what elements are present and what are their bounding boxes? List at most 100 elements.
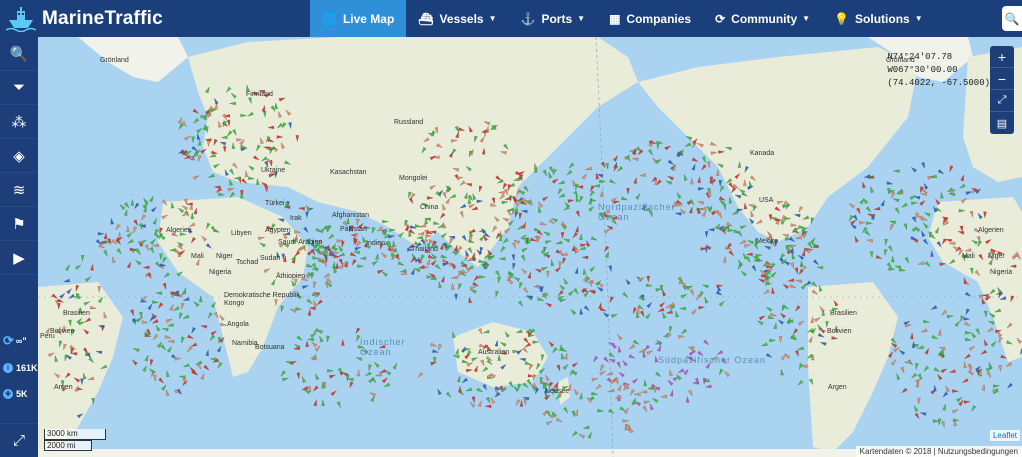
nav-live-map-label: Live Map: [342, 11, 395, 26]
zoom-controls: + − ⤢ ▤: [990, 46, 1014, 134]
ocean-label: Nordpazifischer Ozean: [598, 202, 676, 222]
leaflet-link[interactable]: Leaflet: [989, 430, 1020, 441]
top-search-button[interactable]: 🔍: [1002, 6, 1022, 31]
zoom-out-button[interactable]: −: [990, 68, 1014, 90]
zoom-in-button[interactable]: +: [990, 46, 1014, 68]
map-label: Indien: [366, 240, 386, 247]
map-label: Ägypten: [265, 227, 291, 234]
map-icon: ▤: [996, 117, 1008, 130]
map-label: Libyen: [231, 230, 252, 237]
main-nav: 🌐 Live Map ⛴ Vessels ▼ ⚓ Ports ▼ ▦ Compa…: [310, 0, 935, 37]
map-label: Niger: [988, 253, 1005, 260]
ship-icon: ⛴: [418, 11, 434, 26]
map-label: Mali: [191, 253, 204, 260]
nav-solutions[interactable]: 💡 Solutions ▼: [822, 0, 935, 37]
lightbulb-icon: 💡: [834, 11, 850, 26]
map-label: Bolivien: [827, 328, 852, 335]
map-label: Namibia: [232, 340, 258, 347]
map-label: Brasilien: [830, 310, 857, 317]
anchor-icon: ⚓: [520, 11, 536, 26]
map-label: Irak: [290, 215, 302, 222]
scale-km: 3000 km: [44, 429, 106, 440]
map-label: Türkei: [265, 200, 285, 207]
map-label: Ukraine: [261, 167, 286, 174]
map-label: Demokratische Republik Kongo: [224, 292, 300, 307]
refresh-community-icon: ⟳: [715, 11, 726, 26]
fullscreen-button[interactable]: ⤢: [0, 423, 38, 457]
info-icon: i: [3, 363, 13, 373]
map-canvas[interactable]: [38, 37, 1022, 457]
map-label: Tschad: [236, 259, 259, 266]
map-label: Australien: [478, 349, 510, 356]
sidebar-play-button[interactable]: ▶: [0, 241, 38, 275]
map-label: USA: [759, 197, 774, 204]
map-label: Afghanistan: [332, 212, 369, 219]
nav-ports[interactable]: ⚓ Ports ▼: [509, 0, 598, 37]
nav-community-label: Community: [731, 11, 798, 26]
nav-vessels[interactable]: ⛴ Vessels ▼: [406, 0, 508, 37]
refresh-status[interactable]: ⟳ ∞": [3, 333, 27, 349]
map-label: Grönland: [100, 57, 129, 64]
nav-live-map[interactable]: 🌐 Live Map: [310, 0, 407, 37]
port-count: 5K: [16, 389, 28, 399]
refresh-value: ∞": [15, 336, 27, 346]
map-label: Sudan: [260, 255, 281, 262]
map-label: Brasilien: [63, 310, 90, 317]
fullscreen-icon: ⤢: [12, 432, 25, 449]
map-label: Russland: [394, 119, 424, 126]
sidebar-search-button[interactable]: 🔍: [0, 37, 38, 71]
map-layers-icon: ◈: [13, 147, 25, 165]
map-label: Mali: [962, 253, 975, 260]
plus-icon: +: [997, 48, 1007, 65]
nav-companies[interactable]: ▦ Companies: [597, 0, 703, 37]
minus-icon: −: [997, 70, 1007, 87]
map-label: Niger: [216, 253, 233, 260]
map-label: Angola: [227, 321, 249, 328]
scale-mi: 2000 mi: [44, 440, 92, 451]
map-label: Thailand: [411, 246, 438, 253]
map-label: Nigeria: [990, 269, 1013, 276]
route-icon: ⚑: [12, 215, 26, 233]
coord-lat: N74°24'07.78: [887, 52, 953, 62]
nav-ports-label: Ports: [541, 11, 573, 26]
port-icon: ✚: [3, 389, 13, 399]
world-map[interactable]: Grönland Finnland Russland Ukraine Türke…: [38, 37, 1022, 457]
search-icon: 🔍: [9, 45, 29, 63]
chevron-down-icon: ▼: [488, 14, 497, 23]
map-label: Nigeria: [209, 269, 232, 276]
map-label: Äthiopien: [276, 273, 306, 280]
map-label: Kanada: [750, 150, 775, 157]
sidebar-filter-button[interactable]: ⏷: [0, 71, 38, 105]
fullscreen-map-button[interactable]: ⤢: [990, 90, 1014, 112]
sidebar-share-button[interactable]: ⁂: [0, 105, 38, 139]
ocean-label: Südpazifischer Ozean: [658, 355, 767, 365]
vessel-count-stat: i 161K: [3, 363, 38, 373]
map-scale: 3000 km 2000 mi: [44, 429, 106, 451]
map-label: Botsuana: [255, 344, 285, 351]
map-label: Kasachstan: [330, 169, 367, 176]
map-attribution[interactable]: Kartendaten © 2018 | Nutzungsbedingungen: [855, 446, 1022, 457]
vessel-count: 161K: [16, 363, 38, 373]
sidebar-route-button[interactable]: ⚑: [0, 207, 38, 241]
coord-lon: W067°30'00.00: [887, 65, 958, 75]
chevron-down-icon: ▼: [802, 14, 811, 23]
coord-decimal: (74.4022, -67.5000): [887, 78, 990, 88]
filter-icon: ⏷: [12, 79, 25, 96]
nav-solutions-label: Solutions: [855, 11, 910, 26]
nav-community[interactable]: ⟳ Community ▼: [703, 0, 822, 37]
sidebar-weather-button[interactable]: ≋: [0, 173, 38, 207]
ship-logo-icon: [5, 6, 37, 32]
logo[interactable]: MarineTraffic: [0, 0, 310, 37]
map-label: Peru: [40, 333, 55, 340]
map-type-button[interactable]: ▤: [990, 112, 1014, 134]
map-label: Mongolei: [399, 175, 428, 182]
ocean-label: Indischer Ozean: [360, 337, 406, 357]
map-label: Saudi-Arabien: [278, 239, 323, 246]
app-title: MarineTraffic: [42, 7, 163, 29]
left-toolbar: 🔍 ⏷ ⁂ ◈ ≋ ⚑ ▶ ⟳ ∞" i 161K ✚ 5K ⤢: [0, 37, 38, 457]
play-icon: ▶: [13, 249, 25, 267]
top-navigation-bar: MarineTraffic 🌐 Live Map ⛴ Vessels ▼ ⚓ P…: [0, 0, 1022, 37]
map-label: Argen: [54, 384, 73, 391]
sidebar-layers-button[interactable]: ◈: [0, 139, 38, 173]
chevron-down-icon: ▼: [577, 14, 586, 23]
